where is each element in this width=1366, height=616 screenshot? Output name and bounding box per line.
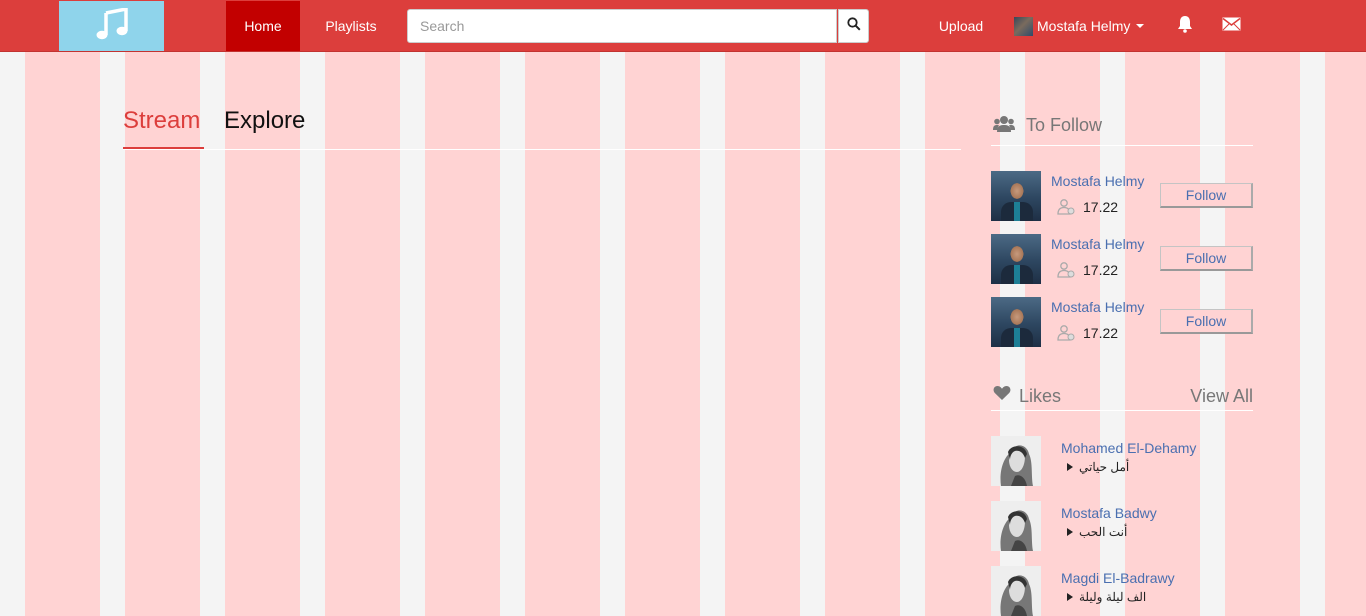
follow-user-name[interactable]: Mostafa Helmy xyxy=(1051,299,1144,315)
likes-header: Likes View All xyxy=(991,384,1253,411)
stream-explore-tabs: Stream Explore xyxy=(123,100,961,150)
avatar[interactable] xyxy=(991,234,1041,284)
follower-count: 17.22 xyxy=(1083,325,1119,341)
user-followers-icon xyxy=(1057,324,1075,347)
search-button[interactable] xyxy=(838,9,869,43)
user-name: Mostafa Helmy xyxy=(1037,18,1131,34)
active-tab-indicator xyxy=(123,147,204,149)
view-all-link[interactable]: View All xyxy=(1190,386,1253,407)
follow-user-name[interactable]: Mostafa Helmy xyxy=(1051,173,1144,189)
nav-home-link[interactable]: Home xyxy=(226,1,300,51)
tab-stream[interactable]: Stream xyxy=(123,106,200,136)
user-avatar xyxy=(1014,16,1033,36)
chevron-down-icon xyxy=(1136,24,1145,28)
nav-playlists-link[interactable]: Playlists xyxy=(310,1,392,51)
track-title-text: الف ليلة وليلة xyxy=(1079,590,1147,604)
user-menu[interactable]: Mostafa Helmy xyxy=(1014,1,1145,51)
play-icon[interactable] xyxy=(1067,593,1073,601)
liked-track: Magdi El-Badrawy الف ليلة وليلة xyxy=(991,566,1253,616)
liked-track: Mohamed El-Dehamy أمل حياتي xyxy=(991,436,1253,487)
track-title[interactable]: أنت الحب xyxy=(1067,525,1127,539)
search-icon xyxy=(846,16,861,36)
follower-count: 17.22 xyxy=(1083,199,1119,215)
artist-name[interactable]: Mostafa Badwy xyxy=(1061,505,1157,521)
play-icon[interactable] xyxy=(1067,528,1073,536)
track-artwork[interactable] xyxy=(991,566,1041,616)
likes-title: Likes xyxy=(1019,386,1062,406)
follow-suggestion: Mostafa Helmy 17.22 Follow xyxy=(991,297,1253,348)
track-artwork[interactable] xyxy=(991,436,1041,486)
follow-suggestion: Mostafa Helmy 17.22 Follow xyxy=(991,171,1253,222)
to-follow-header: To Follow xyxy=(991,113,1253,146)
logo[interactable] xyxy=(59,1,164,51)
follow-user-name[interactable]: Mostafa Helmy xyxy=(1051,236,1144,252)
top-navbar: Home Playlists Upload Mostafa Helmy xyxy=(0,0,1366,52)
bell-icon xyxy=(1177,15,1193,38)
search-form xyxy=(407,9,869,43)
artist-name[interactable]: Mohamed El-Dehamy xyxy=(1061,440,1196,456)
track-title[interactable]: الف ليلة وليلة xyxy=(1067,590,1146,604)
follow-suggestion: Mostafa Helmy 17.22 Follow xyxy=(991,234,1253,285)
avatar[interactable] xyxy=(991,297,1041,347)
artist-name[interactable]: Magdi El-Badrawy xyxy=(1061,570,1175,586)
track-title-text: أمل حياتي xyxy=(1079,460,1130,474)
users-icon xyxy=(993,114,1015,139)
follow-button[interactable]: Follow xyxy=(1160,183,1253,208)
avatar[interactable] xyxy=(991,171,1041,221)
to-follow-title: To Follow xyxy=(1026,115,1103,135)
music-note-icon xyxy=(95,6,129,45)
nav-upload-link[interactable]: Upload xyxy=(929,1,993,51)
liked-track: Mostafa Badwy أنت الحب xyxy=(991,501,1253,552)
envelope-icon xyxy=(1222,17,1241,36)
heart-icon xyxy=(993,385,1011,406)
follow-button[interactable]: Follow xyxy=(1160,246,1253,271)
user-followers-icon xyxy=(1057,198,1075,221)
search-input[interactable] xyxy=(407,9,837,43)
tab-explore[interactable]: Explore xyxy=(224,106,305,136)
notifications-button[interactable] xyxy=(1170,1,1200,51)
track-title[interactable]: أمل حياتي xyxy=(1067,460,1129,474)
track-artwork[interactable] xyxy=(991,501,1041,551)
follower-count: 17.22 xyxy=(1083,262,1119,278)
play-icon[interactable] xyxy=(1067,463,1073,471)
follow-button[interactable]: Follow xyxy=(1160,309,1253,334)
track-title-text: أنت الحب xyxy=(1079,525,1128,539)
messages-button[interactable] xyxy=(1216,1,1246,51)
user-followers-icon xyxy=(1057,261,1075,284)
